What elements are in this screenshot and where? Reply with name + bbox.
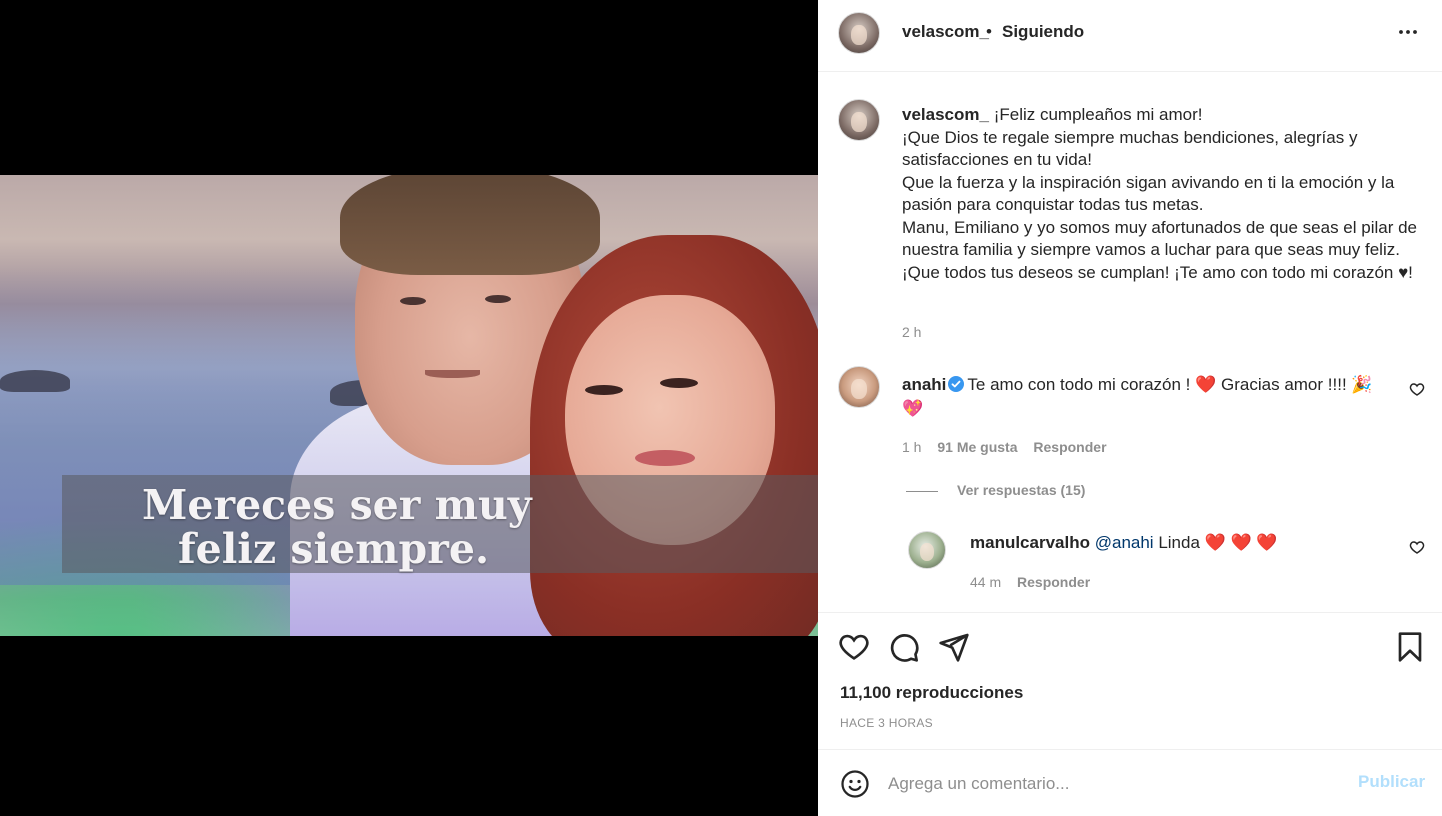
man-hair — [340, 175, 600, 275]
eye-shape — [660, 378, 698, 388]
header-separator: • — [986, 22, 992, 41]
like-comment-heart-icon[interactable] — [1409, 539, 1425, 555]
comment-likes[interactable]: 91 Me gusta — [937, 439, 1017, 455]
mouth-shape — [425, 370, 480, 378]
post-caption: velascom_ ¡Feliz cumpleaños mi amor! ¡Qu… — [902, 104, 1432, 284]
comment-username[interactable]: anahi — [902, 375, 946, 394]
eye-shape — [485, 295, 511, 303]
caption-line-1: Mereces ser muy — [142, 481, 532, 529]
eye-shape — [585, 385, 623, 395]
avatar[interactable] — [838, 99, 880, 141]
caption-line: Manu, Emiliano y yo somos muy afortunado… — [902, 217, 1417, 260]
verified-badge-icon — [948, 376, 965, 392]
avatar[interactable] — [908, 531, 946, 569]
caption-line: ¡Que Dios te regale siempre muchas bendi… — [902, 127, 1358, 170]
rock-shape — [0, 370, 70, 392]
comment-text: Linda ❤️ ❤️ ❤️ — [1158, 533, 1278, 552]
send-icon[interactable] — [938, 631, 970, 663]
comment: anahi Te amo con todo mi corazón ! ❤️ Gra… — [902, 373, 1392, 421]
caption-line: Que la fuerza y la inspiración sigan avi… — [902, 172, 1395, 215]
like-comment-heart-icon[interactable] — [1409, 381, 1425, 397]
more-horizontal-icon[interactable] — [1396, 20, 1420, 44]
view-replies-button[interactable]: Ver respuestas (15) — [957, 482, 1085, 498]
media-viewer[interactable]: Mereces ser muy feliz siempre. — [0, 0, 818, 816]
comment-time[interactable]: 1 h — [902, 439, 921, 455]
eye-shape — [400, 297, 426, 305]
avatar[interactable] — [838, 366, 880, 408]
comment-meta: 1 h 91 Me gusta Responder — [902, 439, 1107, 455]
comment-icon[interactable] — [888, 631, 920, 663]
comment-form: Publicar — [818, 749, 1442, 816]
caption-line-2: feliz siempre. — [178, 525, 490, 573]
post-header: velascom_ • Siguiendo — [818, 0, 1442, 72]
video-caption: Mereces ser muy feliz siempre. — [0, 475, 818, 573]
avatar[interactable] — [838, 12, 880, 54]
caption-username[interactable]: velascom_ — [902, 105, 989, 124]
comment-username[interactable]: manulcarvalho — [970, 533, 1090, 552]
caption-line: ¡Que todos tus deseos se cumplan! ¡Te am… — [902, 262, 1413, 282]
reply-button[interactable]: Responder — [1017, 574, 1090, 590]
video-frame[interactable]: Mereces ser muy feliz siempre. — [0, 175, 818, 636]
post-time-ago: HACE 3 HORAS — [840, 716, 933, 730]
comment-text: Te amo con todo mi corazón ! ❤️ Gracias … — [902, 375, 1373, 418]
emoji-icon[interactable] — [840, 769, 870, 799]
reply-button[interactable]: Responder — [1033, 439, 1106, 455]
post-actions: 11,100 reproducciones HACE 3 HORAS — [818, 612, 1442, 749]
comment-input[interactable] — [888, 770, 1338, 798]
header-username[interactable]: velascom_ — [902, 22, 989, 42]
caption-line: ¡Feliz cumpleaños mi amor! — [993, 105, 1203, 124]
post-side-panel: velascom_ • Siguiendo velascom_ ¡Feliz c… — [818, 0, 1442, 816]
views-count[interactable]: 11,100 reproducciones — [840, 683, 1023, 703]
publish-button[interactable]: Publicar — [1358, 772, 1425, 792]
caption-timestamp[interactable]: 2 h — [902, 324, 921, 340]
reply-comment: manulcarvalho @anahi Linda ❤️ ❤️ ❤️ — [970, 531, 1400, 555]
bookmark-icon[interactable] — [1394, 631, 1426, 663]
heart-icon[interactable] — [838, 631, 870, 663]
replies-divider — [906, 491, 938, 492]
following-button[interactable]: Siguiendo — [1002, 22, 1084, 42]
comment-time[interactable]: 44 m — [970, 574, 1001, 590]
lips-shape — [635, 450, 695, 466]
comment-meta: 44 m Responder — [970, 574, 1090, 590]
mention-link[interactable]: @anahi — [1095, 533, 1154, 552]
